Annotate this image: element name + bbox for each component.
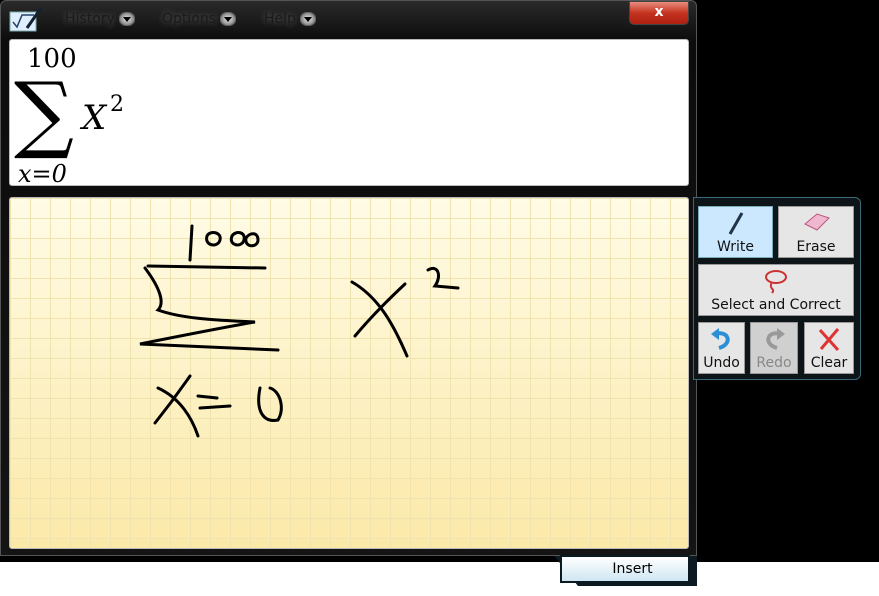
insert-button[interactable]: Insert [560,555,690,583]
clear-label: Clear [810,355,848,371]
clear-button[interactable]: Clear [804,322,854,374]
select-and-correct-button[interactable]: Select and Correct [698,264,854,316]
redo-button[interactable]: Redo [750,322,798,374]
menu-label: History [65,11,115,27]
pen-icon [728,212,743,235]
preview-area: 100 ∑ X 2 x=0 [9,39,689,188]
tool-panel: Write Erase Select and Correct Undo Redo… [693,197,861,380]
write-label: Write [717,239,754,255]
undo-button[interactable]: Undo [698,322,745,374]
erase-button[interactable]: Erase [778,206,854,258]
chevron-down-icon [299,12,316,26]
sum-exponent: 2 [110,92,124,117]
chevron-down-icon [220,12,237,26]
eraser-icon [804,213,830,231]
writing-area[interactable] [9,197,689,549]
write-button[interactable]: Write [698,206,773,258]
close-button[interactable]: x [629,1,689,25]
menu-history[interactable]: History [65,11,135,27]
math-input-panel-window: History Options Help x 100 ∑ X 2 x=0 [0,0,697,556]
menu-options[interactable]: Options [162,11,237,27]
select-label: Select and Correct [711,297,841,313]
undo-icon [710,328,730,350]
menu-help[interactable]: Help [264,11,316,27]
sum-lower-limit: x=0 [18,160,67,188]
redo-label: Redo [756,355,792,371]
redo-icon [766,328,785,350]
chevron-down-icon [118,12,135,26]
clear-icon [818,328,840,352]
erase-label: Erase [796,239,836,255]
sum-variable: X [82,98,107,138]
lasso-icon [765,270,787,294]
undo-label: Undo [703,355,740,371]
menu-label: Options [162,11,217,27]
handwriting-strokes [139,224,460,438]
menu-label: Help [264,11,296,27]
app-icon [9,7,43,32]
sigma-symbol: ∑ [14,64,74,162]
